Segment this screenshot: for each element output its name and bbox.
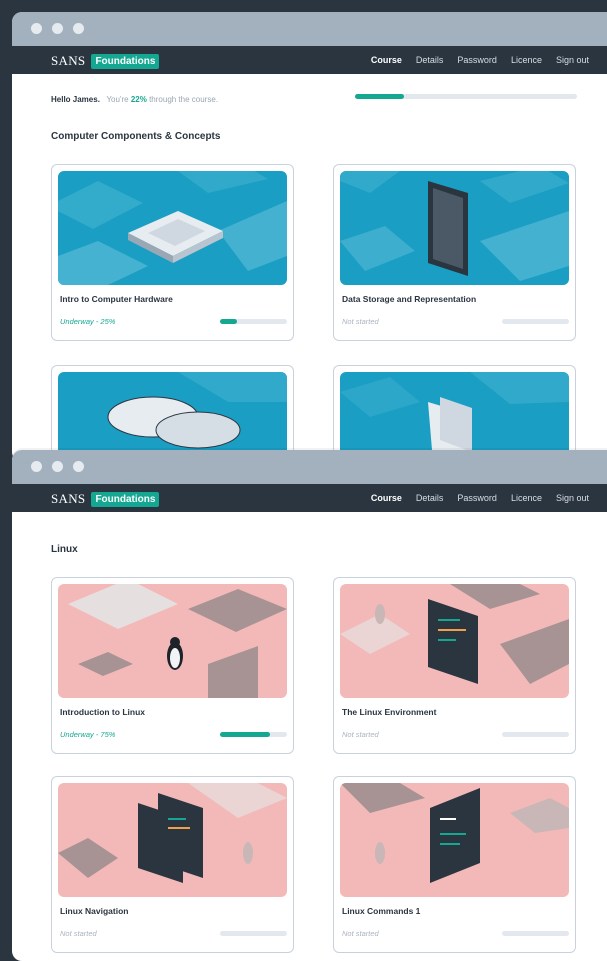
course-status: Underway - 25%	[60, 317, 116, 326]
course-thumbnail	[58, 171, 287, 285]
window-titlebar	[12, 450, 607, 484]
course-card[interactable]: Linux Commands 1 Not started	[333, 776, 576, 953]
overall-progress-bar	[355, 94, 577, 99]
course-title: Linux Commands 1	[342, 906, 421, 916]
course-thumbnail	[340, 783, 569, 897]
browser-window-1: SANS Foundations Course Details Password…	[12, 12, 607, 462]
top-navbar: SANS Foundations Course Details Password…	[12, 484, 607, 512]
window-dot-icon	[52, 461, 63, 472]
course-thumbnail	[58, 372, 287, 462]
penguin-keyboard-illustration	[58, 584, 287, 698]
greeting-hello: Hello James.	[51, 95, 100, 104]
brand-logo[interactable]: SANS Foundations	[51, 491, 160, 507]
nav-item-sign-out[interactable]: Sign out	[556, 55, 589, 65]
course-status: Underway - 75%	[60, 730, 116, 739]
course-thumbnail	[340, 584, 569, 698]
section-title: Computer Components & Concepts	[51, 131, 221, 142]
cpu-chip-illustration	[58, 171, 287, 285]
course-card[interactable]: The Linux Environment Not started	[333, 577, 576, 754]
nav-links: Course Details Password Licence Sign out	[371, 493, 589, 503]
brand-badge: Foundations	[91, 53, 160, 69]
course-title: Intro to Computer Hardware	[60, 294, 173, 304]
terminal-penguin-illustration	[340, 584, 569, 698]
screens-penguin-illustration	[58, 783, 287, 897]
course-progress-bar	[220, 319, 287, 324]
course-status: Not started	[342, 929, 379, 938]
browser-window-2: SANS Foundations Course Details Password…	[12, 450, 607, 961]
data-panel-illustration	[340, 171, 569, 285]
window-dot-icon	[52, 23, 63, 34]
course-thumbnail	[58, 584, 287, 698]
course-thumbnail	[340, 171, 569, 285]
brand-badge: Foundations	[91, 491, 160, 507]
course-status: Not started	[342, 730, 379, 739]
nav-links: Course Details Password Licence Sign out	[371, 55, 589, 65]
course-card[interactable]: Intro to Computer Hardware Underway - 25…	[51, 164, 294, 341]
course-progress-bar	[220, 931, 287, 936]
nav-item-licence[interactable]: Licence	[511, 55, 542, 65]
course-progress-bar	[502, 732, 569, 737]
top-navbar: SANS Foundations Course Details Password…	[12, 46, 607, 74]
nav-item-sign-out[interactable]: Sign out	[556, 493, 589, 503]
window-dot-icon	[73, 23, 84, 34]
nav-item-details[interactable]: Details	[416, 493, 444, 503]
course-progress-fill	[220, 319, 237, 324]
course-card[interactable]	[51, 365, 294, 462]
course-progress-bar	[502, 319, 569, 324]
nav-item-details[interactable]: Details	[416, 55, 444, 65]
course-thumbnail	[340, 372, 569, 462]
course-title: Introduction to Linux	[60, 707, 145, 717]
course-card[interactable]: Linux Navigation Not started	[51, 776, 294, 953]
course-progress-fill	[220, 732, 271, 737]
brand-logo[interactable]: SANS Foundations	[51, 53, 160, 69]
course-card[interactable]: Data Storage and Representation Not star…	[333, 164, 576, 341]
course-card[interactable]: Introduction to Linux Underway - 75%	[51, 577, 294, 754]
window-titlebar	[12, 12, 607, 46]
course-progress-bar	[502, 931, 569, 936]
nav-item-licence[interactable]: Licence	[511, 493, 542, 503]
course-title: Data Storage and Representation	[342, 294, 477, 304]
greeting-suffix: through the course.	[149, 95, 219, 104]
course-card[interactable]	[333, 365, 576, 462]
course-title: The Linux Environment	[342, 707, 437, 717]
course-status: Not started	[342, 317, 379, 326]
course-status: Not started	[60, 929, 97, 938]
nav-item-password[interactable]: Password	[457, 493, 497, 503]
greeting: Hello James. You're 22% through the cour…	[51, 95, 218, 104]
nav-item-course[interactable]: Course	[371, 493, 402, 503]
course-title: Linux Navigation	[60, 906, 129, 916]
brand-name: SANS	[51, 491, 86, 506]
nav-item-password[interactable]: Password	[457, 55, 497, 65]
window-dot-icon	[73, 461, 84, 472]
terminal-command-illustration	[340, 783, 569, 897]
window-dot-icon	[31, 461, 42, 472]
nav-item-course[interactable]: Course	[371, 55, 402, 65]
section-title: Linux	[51, 544, 78, 555]
course-progress-bar	[220, 732, 287, 737]
disks-illustration	[58, 372, 287, 462]
folder-illustration	[340, 372, 569, 462]
window-dot-icon	[31, 23, 42, 34]
overall-progress-fill	[355, 94, 404, 99]
course-thumbnail	[58, 783, 287, 897]
greeting-percent: 22%	[130, 95, 147, 104]
greeting-prefix: You're	[106, 95, 129, 104]
brand-name: SANS	[51, 53, 86, 68]
